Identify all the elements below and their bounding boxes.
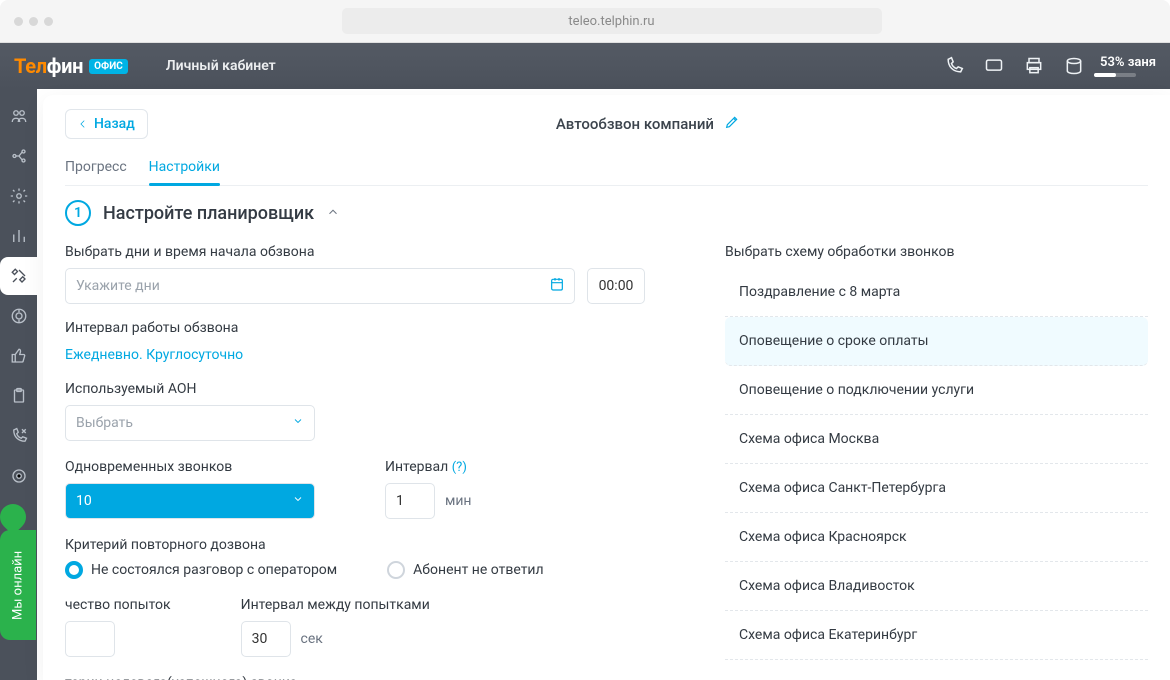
interval-label: Интервал (?) — [385, 459, 472, 475]
scheme-item[interactable]: Оповещение о подключении услуги — [725, 366, 1148, 415]
scheme-item[interactable]: Поздравление с 8 марта — [725, 268, 1148, 317]
sidebar-item-clipboard[interactable] — [0, 377, 37, 415]
help-icon[interactable]: (?) — [452, 460, 467, 475]
scheme-item[interactable]: Схема офиса Москва — [725, 415, 1148, 464]
back-button[interactable]: Назад — [65, 109, 148, 139]
tab-progress[interactable]: Прогресс — [65, 151, 127, 185]
chevron-down-icon — [292, 415, 304, 431]
concurrent-value: 10 — [76, 493, 92, 509]
external-link-icon[interactable] — [142, 58, 158, 74]
radio-icon — [65, 561, 83, 579]
success-label: терии целевого(успешного) звонка — [65, 675, 645, 680]
logo: Телфин — [14, 54, 83, 78]
aon-select-value: Выбрать — [76, 415, 133, 431]
scheduler-form: Выбрать дни и время начала обзвона Интер… — [65, 244, 645, 680]
retry-label: Критерий повторного дозвона — [65, 537, 645, 553]
sidebar-item-routing[interactable] — [0, 137, 37, 175]
app-header: Телфин офис Личный кабинет 53% заня — [0, 43, 1170, 89]
url-bar[interactable]: teleo.telphin.ru — [342, 8, 882, 34]
chat-icon[interactable] — [974, 56, 1014, 76]
concurrent-label: Одновременных звонков — [65, 459, 315, 475]
section-title: Настройте планировщик — [103, 203, 314, 224]
sidebar-item-goals[interactable] — [0, 297, 37, 335]
storage-icon[interactable] — [1054, 56, 1094, 76]
content-panel: Назад Автообзвон компаний Прогресс Настр… — [43, 95, 1170, 680]
attempts-label: чество попыток — [65, 597, 171, 613]
aon-select[interactable]: Выбрать — [65, 405, 315, 441]
interval-input[interactable] — [385, 483, 435, 519]
tab-settings[interactable]: Настройки — [149, 151, 220, 185]
chevron-up-icon — [326, 204, 340, 223]
interval-work-link[interactable]: Ежедневно. Круглосуточно — [65, 347, 243, 363]
time-input[interactable] — [587, 268, 645, 304]
retry-radio-noanswer[interactable]: Абонент не ответил — [387, 561, 543, 579]
scheme-panel: Выбрать схему обработки звонков Поздравл… — [725, 244, 1148, 680]
print-icon[interactable] — [1014, 56, 1054, 76]
radio-icon — [387, 561, 405, 579]
interval-unit: мин — [445, 493, 472, 509]
between-input[interactable] — [241, 621, 291, 657]
sidebar-item-missed[interactable] — [0, 417, 37, 455]
online-chat-tab[interactable]: Мы онлайн — [0, 530, 36, 640]
retry-radio-operator[interactable]: Не состоялся разговор с оператором — [65, 561, 337, 579]
interval-work-label: Интервал работы обзвона — [65, 320, 645, 336]
sidebar-item-settings[interactable] — [0, 177, 37, 215]
sidebar-item-record[interactable] — [0, 457, 37, 495]
section-header[interactable]: 1 Настройте планировщик — [65, 200, 1148, 226]
calendar-icon[interactable] — [549, 276, 565, 296]
concurrent-select[interactable]: 10 — [65, 483, 315, 519]
step-number: 1 — [65, 200, 91, 226]
personal-cabinet-link[interactable]: Личный кабинет — [166, 58, 276, 74]
edit-icon[interactable] — [724, 114, 740, 134]
scheme-item[interactable]: Схема офиса Санкт-Петербурга — [725, 464, 1148, 513]
sidebar-item-contacts[interactable] — [0, 97, 37, 135]
aon-label: Используемый АОН — [65, 381, 645, 397]
page-title: Автообзвон компаний — [556, 115, 714, 133]
attempts-input[interactable] — [65, 621, 115, 657]
scheme-item[interactable]: Схема офиса Красноярск — [725, 513, 1148, 562]
chevron-down-icon — [292, 493, 304, 509]
sidebar-item-stats[interactable] — [0, 217, 37, 255]
traffic-lights — [14, 17, 53, 26]
scheme-item[interactable]: Схема офиса Екатеринбург — [725, 611, 1148, 660]
storage-meter: 53% заня — [1094, 55, 1156, 77]
office-badge: офис — [89, 59, 128, 74]
scheme-item[interactable]: Оповещение о сроке оплаты — [725, 317, 1148, 366]
scheme-label: Выбрать схему обработки звонков — [725, 244, 1148, 260]
tabs: Прогресс Настройки — [65, 151, 1148, 186]
call-icon[interactable] — [934, 56, 974, 76]
between-unit: сек — [301, 631, 323, 647]
days-input[interactable] — [65, 268, 575, 304]
days-label: Выбрать дни и время начала обзвона — [65, 244, 645, 260]
sidebar-item-like[interactable] — [0, 337, 37, 375]
back-button-label: Назад — [94, 116, 135, 132]
sidebar-item-autodial[interactable] — [0, 257, 37, 295]
browser-chrome: teleo.telphin.ru — [0, 0, 1170, 43]
scheme-item[interactable]: Схема офиса Владивосток — [725, 562, 1148, 611]
between-label: Интервал между попытками — [241, 597, 430, 613]
